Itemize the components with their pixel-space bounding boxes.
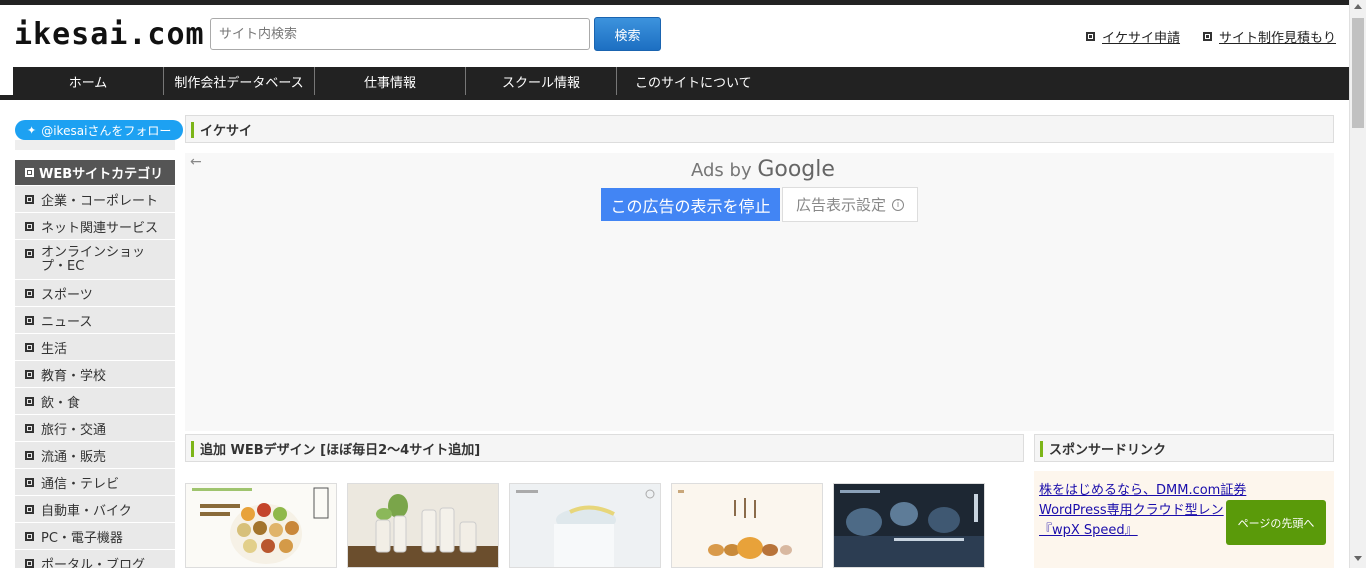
square-bullet-icon <box>25 504 34 514</box>
square-bullet-icon <box>25 168 34 177</box>
thumbnail-image <box>834 484 984 567</box>
category-item[interactable]: 教育・学校 <box>15 361 175 387</box>
square-bullet-icon <box>25 531 34 541</box>
category-item[interactable]: ニュース <box>15 307 175 333</box>
square-bullet-icon <box>1086 32 1095 41</box>
square-bullet-icon <box>25 194 34 204</box>
section-title-new-designs: 追加 WEBデザイン [ほぼ毎日2～4サイト追加] <box>185 434 1024 462</box>
design-thumbnail[interactable] <box>347 483 499 568</box>
sponsor-link-wpx[interactable]: 『wpX Speed』 <box>1039 519 1138 538</box>
twitter-bird-icon: ✦ <box>27 123 37 137</box>
square-bullet-icon <box>25 396 34 406</box>
square-bullet-icon <box>25 369 34 379</box>
sponsor-link-wordpress[interactable]: WordPress専用クラウド型レン <box>1039 499 1224 518</box>
site-logo[interactable]: ikesai.com <box>14 20 205 50</box>
category-list: 企業・コーポレート ネット関連サービス オンラインショップ・EC スポーツ ニュ… <box>15 186 175 568</box>
nav-jobs[interactable]: 仕事情報 <box>315 67 466 95</box>
google-wordmark: Google <box>757 157 835 182</box>
search-input[interactable] <box>210 18 590 50</box>
section-title-ikesai: イケサイ <box>185 115 1334 143</box>
category-item[interactable]: PC・電子機器 <box>15 523 175 549</box>
square-bullet-icon <box>25 249 34 258</box>
ad-area: ← Ads by Google この広告の表示を停止 広告表示設定 i <box>185 153 1334 431</box>
square-bullet-icon <box>25 477 34 487</box>
square-bullet-icon <box>25 423 34 433</box>
square-bullet-icon <box>25 558 34 568</box>
top-border <box>0 0 1366 5</box>
ikesai-apply-link[interactable]: イケサイ申請 <box>1086 27 1180 46</box>
section-title-sponsor: スポンサードリンク <box>1034 434 1334 462</box>
square-bullet-icon <box>25 221 34 231</box>
nav-home[interactable]: ホーム <box>13 67 164 95</box>
design-thumbnail[interactable] <box>833 483 985 568</box>
category-item[interactable]: ポータル・ブログ <box>15 550 175 568</box>
category-item[interactable]: 生活 <box>15 334 175 360</box>
scrollbar-thumb[interactable] <box>1352 18 1364 128</box>
category-item[interactable]: 企業・コーポレート <box>15 186 175 212</box>
category-item[interactable]: 流通・販売 <box>15 442 175 468</box>
page-top-button[interactable]: ページの先頭へ <box>1226 500 1326 545</box>
square-bullet-icon <box>25 450 34 460</box>
category-item[interactable]: オンラインショップ・EC <box>15 240 175 279</box>
category-item[interactable]: 通信・テレビ <box>15 469 175 495</box>
twitter-follow-button[interactable]: ✦ @ikesaiさんをフォロー <box>15 120 183 140</box>
nav-about[interactable]: このサイトについて <box>617 67 917 95</box>
scroll-down-arrow-icon[interactable] <box>1354 556 1362 561</box>
design-thumbnail[interactable] <box>185 483 337 568</box>
category-item[interactable]: ネット関連サービス <box>15 213 175 239</box>
thumbnail-image <box>348 484 498 567</box>
ad-settings-button[interactable]: 広告表示設定 i <box>782 187 918 222</box>
back-arrow-icon[interactable]: ← <box>190 154 202 170</box>
stop-ad-button[interactable]: この広告の表示を停止 <box>601 188 780 221</box>
category-item[interactable]: 旅行・交通 <box>15 415 175 441</box>
nav-school[interactable]: スクール情報 <box>466 67 617 95</box>
scroll-up-arrow-icon[interactable] <box>1354 4 1362 9</box>
nav-company-database[interactable]: 制作会社データベース <box>164 67 315 95</box>
sidebar-divider <box>15 140 175 150</box>
global-nav: ホーム 制作会社データベース 仕事情報 スクール情報 このサイトについて <box>13 67 1349 95</box>
square-bullet-icon <box>25 315 34 325</box>
sponsor-link-dmm[interactable]: 株をはじめるなら、DMM.com証券 <box>1039 479 1246 498</box>
square-bullet-icon <box>25 288 34 298</box>
info-icon: i <box>892 198 904 211</box>
thumbnail-image <box>186 484 336 567</box>
thumbnail-image <box>510 484 660 567</box>
category-item[interactable]: 飲・食 <box>15 388 175 414</box>
category-item[interactable]: 自動車・バイク <box>15 496 175 522</box>
nav-bottom-border <box>0 95 1349 100</box>
design-thumbnail[interactable] <box>509 483 661 568</box>
category-heading: WEBサイトカテゴリ <box>15 160 175 185</box>
ads-by-google: Ads by Google <box>691 157 835 182</box>
thumbnail-image <box>672 484 822 567</box>
estimate-link[interactable]: サイト制作見積もり <box>1203 27 1336 46</box>
category-item[interactable]: スポーツ <box>15 280 175 306</box>
square-bullet-icon <box>25 342 34 352</box>
vertical-scrollbar[interactable] <box>1349 0 1366 568</box>
design-thumbnail[interactable] <box>671 483 823 568</box>
square-bullet-icon <box>1203 32 1212 41</box>
search-button[interactable]: 検索 <box>594 17 661 51</box>
